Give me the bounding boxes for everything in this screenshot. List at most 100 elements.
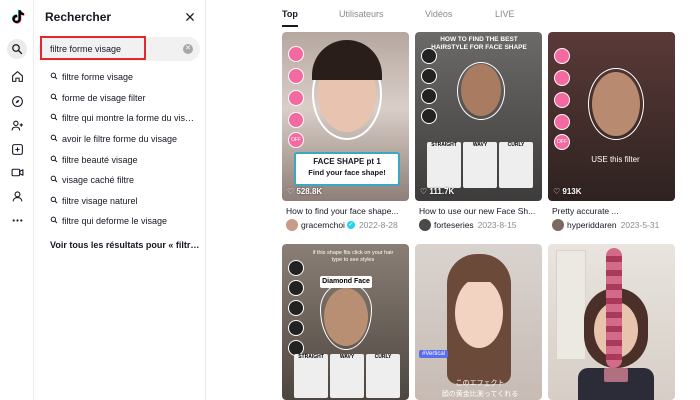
video-thumbnail[interactable]: #Vertical このエフェクト 顔の黄金比測ってくれる	[415, 244, 542, 400]
video-thumbnail[interactable]: OFF FACE SHAPE pt 1 Find your face shape…	[282, 32, 409, 201]
bow-shape	[604, 368, 628, 382]
video-meta: gracemchoi ✓ 2022-8-28	[286, 218, 409, 231]
face-shape-label: Diamond Face	[320, 276, 372, 288]
background-door	[556, 250, 586, 360]
video-meta: hyperiddaren 2023-5-31	[552, 218, 675, 231]
panel-title: Rechercher	[45, 10, 112, 24]
nav-rail	[0, 0, 34, 400]
video-card[interactable]: #Vertical このエフェクト 顔の黄金比測ってくれる	[415, 244, 542, 400]
clear-icon[interactable]: ✕	[183, 44, 193, 54]
video-title[interactable]: Pretty accurate ...	[552, 206, 675, 216]
suggestion-list: filtre forme visage forme de visage filt…	[34, 67, 206, 232]
shape-option-icon: OFF	[288, 132, 304, 148]
suggestion-item[interactable]: filtre forme visage	[34, 67, 206, 88]
post-date: 2022-8-28	[358, 220, 398, 230]
tab-top[interactable]: Top	[282, 9, 298, 19]
video-thumbnail[interactable]: HOW TO FIND THE BEST HAIRSTYLE FOR FACE …	[415, 32, 542, 201]
tab-users[interactable]: Utilisateurs	[339, 9, 384, 19]
shape-option-icon	[554, 70, 570, 86]
shape-option-icon	[421, 48, 437, 64]
tiktok-logo-icon[interactable]	[8, 8, 26, 26]
shape-option-icon	[554, 92, 570, 108]
caption-title: HOW TO FIND THE BEST HAIRSTYLE FOR FACE …	[431, 36, 527, 51]
suggestion-item[interactable]: forme de visage filter	[34, 88, 206, 109]
face-shape	[455, 278, 503, 348]
search-icon	[50, 93, 62, 103]
username[interactable]: forteseries	[434, 220, 474, 230]
hairstyle-option: WAVY	[463, 142, 497, 188]
tab-videos[interactable]: Vidéos	[425, 9, 452, 19]
search-panel: Rechercher ✕ filtre forme visage forme d…	[34, 0, 206, 400]
search-icon	[50, 72, 62, 82]
see-all-results-link[interactable]: Voir tous les résultats pour « filtre fo…	[50, 240, 200, 250]
video-card[interactable]: if this shape fits click on your hair ty…	[282, 244, 409, 400]
shape-option-icon	[421, 88, 437, 104]
search-icon	[50, 134, 62, 144]
caption-subtitle: 顔の黄金比測ってくれる	[441, 391, 519, 398]
suggestion-item[interactable]: filtre qui montre la forme du visage	[34, 108, 206, 129]
video-card[interactable]: OFF USE this filter ♡ 913K Pretty accura…	[548, 32, 675, 231]
explore-icon[interactable]	[7, 91, 27, 111]
hairstyle-label: STRAIGHT	[298, 354, 324, 360]
shape-option-icon	[288, 300, 304, 316]
shape-option-icon	[421, 68, 437, 84]
shape-option-icon: OFF	[554, 134, 570, 150]
avatar[interactable]	[552, 219, 564, 231]
more-icon[interactable]	[7, 210, 27, 230]
caption-title: このエフェクト	[455, 380, 505, 387]
avatar[interactable]	[419, 219, 431, 231]
like-count: ♡ 111.7K	[420, 187, 455, 196]
post-date: 2023-5-31	[620, 220, 660, 230]
suggestion-label: forme de visage filter	[62, 92, 146, 103]
shape-option-icon	[288, 90, 304, 106]
suggestion-item[interactable]: visage caché filtre	[34, 170, 206, 191]
video-title[interactable]: How to find your face shape...	[286, 206, 409, 216]
search-icon[interactable]	[7, 39, 27, 59]
video-thumbnail[interactable]	[548, 244, 675, 400]
hairstyle-label: WAVY	[339, 354, 355, 360]
suggestion-item[interactable]: avoir le filtre forme du visage	[34, 129, 206, 150]
caption-text: if this shape fits click on your hair ty…	[312, 250, 394, 263]
video-card[interactable]: HOW TO FIND THE BEST HAIRSTYLE FOR FACE …	[415, 32, 542, 231]
suggestion-label: avoir le filtre forme du visage	[62, 134, 178, 145]
upload-icon[interactable]	[7, 139, 27, 159]
search-icon	[50, 113, 62, 123]
tab-live[interactable]: LIVE	[495, 9, 515, 19]
suggestion-item[interactable]: filtre qui deforme le visage	[34, 211, 206, 232]
search-box: ✕	[38, 36, 200, 61]
username[interactable]: hyperiddaren	[567, 220, 617, 230]
suggestion-label: visage caché filtre	[62, 175, 135, 186]
video-title[interactable]: How to use our new Face Sh...	[419, 206, 542, 216]
search-icon	[50, 175, 62, 185]
live-icon[interactable]	[7, 162, 27, 182]
caption-box: FACE SHAPE pt 1 Find your face shape!	[294, 152, 400, 186]
tag-badge: #Vertical	[419, 350, 449, 358]
caption-title: FACE SHAPE pt 1	[313, 157, 381, 166]
like-count: ♡ 913K	[553, 187, 582, 196]
profile-icon[interactable]	[7, 186, 27, 206]
suggestion-label: filtre visage naturel	[62, 195, 138, 206]
hairstyle-label: CURLY	[507, 142, 525, 148]
search-icon	[50, 216, 62, 226]
video-thumbnail[interactable]: OFF USE this filter ♡ 913K	[548, 32, 675, 201]
username[interactable]: gracemchoi	[301, 220, 345, 230]
face-outline	[588, 68, 644, 140]
home-icon[interactable]	[7, 66, 27, 86]
following-icon[interactable]	[7, 115, 27, 135]
hairstyle-option: STRAIGHT	[294, 354, 328, 398]
video-card[interactable]: OFF FACE SHAPE pt 1 Find your face shape…	[282, 32, 409, 231]
like-count: ♡ 528.8K	[287, 187, 323, 196]
close-icon[interactable]	[182, 9, 198, 25]
verified-icon: ✓	[346, 221, 355, 229]
hairstyle-option: WAVY	[330, 354, 364, 398]
like-count-value: 528.8K	[296, 187, 323, 196]
shape-option-icon	[288, 112, 304, 128]
suggestion-item[interactable]: filtre visage naturel	[34, 191, 206, 212]
video-card[interactable]	[548, 244, 675, 400]
bangs-shape	[453, 272, 505, 282]
avatar[interactable]	[286, 219, 298, 231]
suggestion-item[interactable]: filtre beauté visage	[34, 149, 206, 170]
highlight-outline	[40, 36, 146, 60]
like-count-value: 111.7K	[429, 187, 455, 196]
video-thumbnail[interactable]: if this shape fits click on your hair ty…	[282, 244, 409, 400]
